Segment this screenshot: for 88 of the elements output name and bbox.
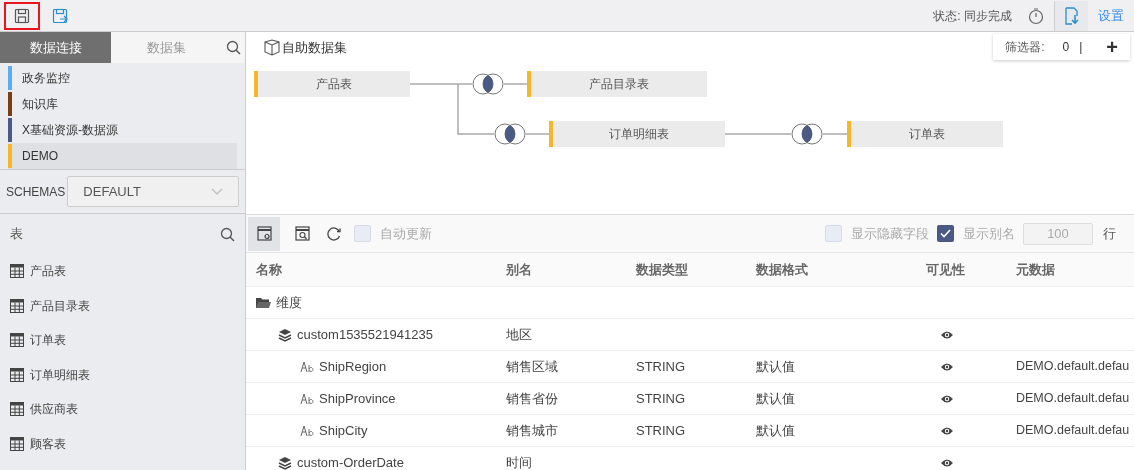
row-unit-label: 行 [1103,224,1116,243]
window-search-icon [294,226,310,241]
field-name: custom-OrderDate [297,453,404,470]
layers-icon [278,327,292,342]
connection-item[interactable]: DEMO [8,143,237,169]
connector-line [503,83,528,85]
cube-icon [264,39,280,57]
table-cell-text: STRING [636,421,687,440]
save-as-icon [52,7,68,24]
schema-dropdown[interactable]: DEFAULT [67,176,239,207]
field-name: ShipCity [319,421,368,440]
checkbox[interactable] [937,225,954,242]
field-settings-button[interactable] [248,216,280,251]
table-node[interactable]: 订单明细表 [549,121,725,147]
search-icon[interactable] [226,40,241,55]
dataset-title: 自助数据集 [282,39,347,57]
window-gear-icon [256,226,272,241]
connection-item[interactable]: X基础资源-数据源 [8,117,237,143]
filter-count: 0 [1062,39,1070,56]
field-name: ShipRegion [319,357,387,376]
save-icon [14,7,30,24]
layers-icon [278,455,292,470]
table-icon [10,436,24,451]
checkbox[interactable] [354,225,371,242]
sidebar-tab[interactable]: 数据连接 [0,32,111,63]
text-type-icon [300,424,314,437]
table-icon [10,333,24,348]
column-header: 数据类型 [636,260,689,279]
join-icon[interactable] [472,73,504,95]
table-item[interactable]: 供应商表 [0,392,245,427]
add-filter-button[interactable]: + [1106,37,1118,57]
timer-icon[interactable] [1028,6,1044,25]
folder-icon [256,296,271,309]
download-icon [1063,6,1080,25]
table-cell-text: 默认值 [756,357,796,376]
status-text: 状态: 同步完成 [933,7,1012,25]
refresh-icon [326,225,342,242]
table-item[interactable]: 订单明细表 [0,357,245,392]
table-icon [10,402,24,417]
checkbox-label: 自动更新 [380,224,432,243]
field-name: custom1535521941235 [297,325,433,344]
table-cell-text: STRING [636,357,687,376]
table-icon [10,298,24,313]
chevron-down-icon [211,187,223,196]
connection-item[interactable]: 知识库 [8,91,237,117]
table-cell-text: STRING [636,389,687,408]
table-cell-text: 销售城市 [506,421,559,440]
text-type-icon [300,360,314,373]
connector-line [525,133,550,135]
table-item[interactable]: 产品表 [0,254,245,289]
schemas-label: SCHEMAS [6,183,66,201]
table-cell-text: 销售省份 [506,389,559,408]
table-node[interactable]: 订单表 [847,121,1003,147]
column-header: 别名 [506,260,533,279]
column-header: 名称 [256,260,283,279]
table-icon [10,367,24,382]
table-node[interactable]: 产品目录表 [527,71,707,97]
search-icon[interactable] [220,226,235,242]
table-cell-text: DEMO.default.defau [1016,390,1131,408]
filter-label: 筛选器: [1005,39,1045,56]
field-name: ShipProvince [319,389,396,408]
table-item[interactable]: 产品目录表 [0,288,245,323]
table-cell-text: 时间 [506,453,533,470]
checkbox-label: 显示别名 [963,224,1015,243]
checkbox[interactable] [825,225,842,242]
table-item[interactable]: 顾客表 [0,426,245,461]
join-icon[interactable] [494,123,526,145]
field-name: 维度 [276,293,302,312]
table-icon [10,264,24,279]
column-header: 数据格式 [756,260,809,279]
table-cell-text: DEMO.default.defau [1016,422,1131,440]
table-cell-text: 默认值 [756,389,796,408]
connection-item[interactable]: 政务监控 [8,65,237,91]
separator-text: | [1079,39,1083,56]
checkbox-label: 显示隐藏字段 [851,224,929,243]
text-type-icon [300,392,314,405]
checkmark-icon [940,229,951,238]
table-node[interactable]: 产品表 [254,71,410,97]
table-cell-text: 默认值 [756,421,796,440]
tables-title: 表 [10,225,23,244]
table-cell-text: 销售区域 [506,357,559,376]
join-icon[interactable] [791,123,823,145]
table-cell-text: 地区 [506,325,533,344]
column-header: 可见性 [926,260,966,279]
save-button[interactable] [4,1,40,30]
table-cell-text: DEMO.default.defau [1016,358,1131,376]
column-header: 元数据 [1016,260,1056,279]
table-item[interactable]: 订单表 [0,323,245,358]
